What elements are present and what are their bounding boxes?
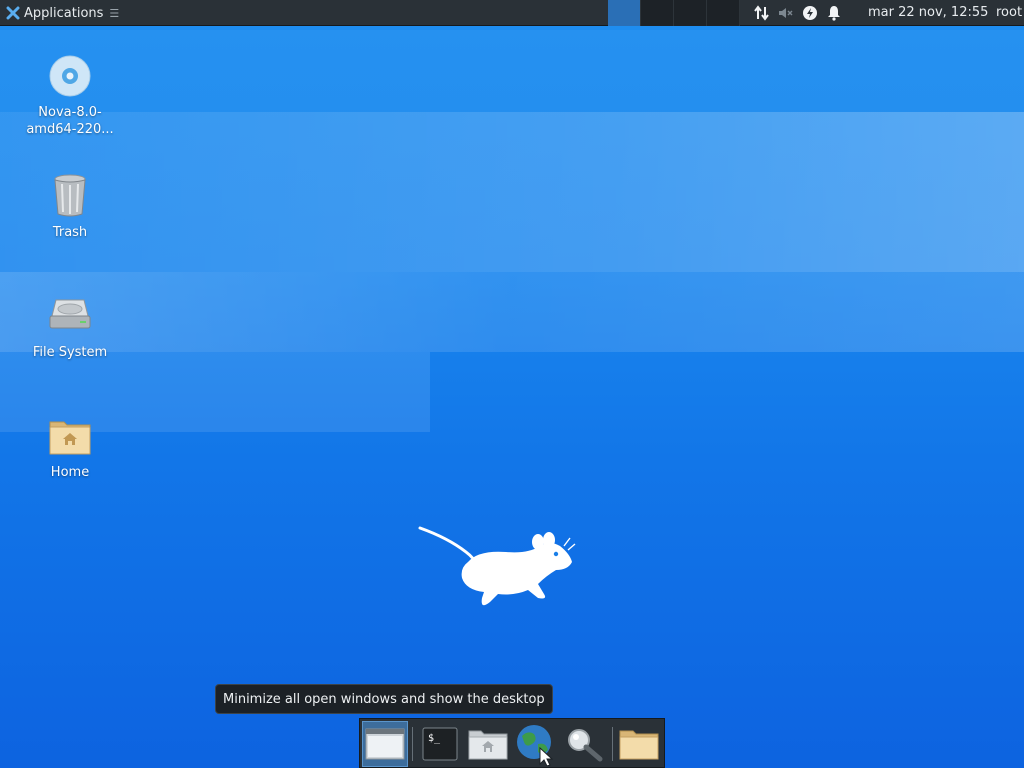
xfce-mouse-logo: [418, 526, 576, 606]
show-desktop-icon: [365, 728, 405, 760]
show-desktop-button[interactable]: [362, 721, 408, 767]
desktop-icon-label: Nova-8.0-amd64-220...: [26, 105, 114, 137]
desktop-icon-filesystem[interactable]: File System: [20, 292, 120, 361]
desktop-icon-label: File System: [32, 345, 108, 360]
audio-muted-icon[interactable]: [774, 0, 798, 26]
menu-indicator-icon: ☰: [109, 6, 120, 20]
bottom-dock: $_: [359, 718, 665, 768]
desktop-icon-home[interactable]: Home: [20, 412, 120, 481]
folder-icon: [619, 730, 659, 760]
applications-menu-button[interactable]: Applications ☰: [2, 0, 123, 26]
user-menu[interactable]: root: [996, 0, 1022, 26]
terminal-icon: $_: [422, 727, 458, 761]
dock-separator: [412, 727, 413, 761]
workspace-switcher: [608, 0, 740, 26]
filesystem-icon: [49, 299, 91, 329]
desktop-icon-label: Home: [50, 465, 90, 480]
svg-text:$_: $_: [428, 733, 441, 744]
system-tray: [750, 0, 846, 26]
web-browser-icon: [517, 725, 554, 766]
wallpaper-band: [0, 30, 1024, 112]
trash-icon: [54, 174, 86, 217]
xfce-logo-icon: [6, 6, 20, 20]
wallpaper-band: [0, 272, 1024, 352]
notification-bell-icon[interactable]: [822, 0, 846, 26]
terminal-button[interactable]: $_: [417, 721, 463, 767]
wallpaper-band: [0, 112, 1024, 272]
top-panel: Applications ☰ mar 22 nov, 12:55 root: [0, 0, 1024, 26]
file-manager-button[interactable]: [465, 721, 511, 767]
workspace-3[interactable]: [674, 0, 707, 26]
home-folder-icon: [49, 421, 91, 455]
app-finder-button[interactable]: [561, 721, 607, 767]
dock-separator: [612, 727, 613, 761]
file-manager-icon: [468, 730, 508, 760]
desktop-icon-label: Trash: [52, 225, 88, 240]
desktop-icon-trash[interactable]: Trash: [20, 172, 120, 241]
disc-icon: [49, 55, 91, 97]
applications-label: Applications: [24, 5, 104, 21]
workspace-1[interactable]: [608, 0, 641, 26]
desktop-icon-disc[interactable]: Nova-8.0-amd64-220...: [20, 52, 120, 138]
power-manager-icon[interactable]: [798, 0, 822, 26]
workspace-4[interactable]: [707, 0, 740, 26]
workspace-2[interactable]: [641, 0, 674, 26]
network-updown-icon[interactable]: [750, 0, 774, 26]
folder-button[interactable]: [616, 721, 662, 767]
app-finder-icon: [568, 729, 603, 762]
clock[interactable]: mar 22 nov, 12:55: [868, 0, 988, 26]
show-desktop-tooltip: Minimize all open windows and show the d…: [215, 684, 553, 714]
web-browser-button[interactable]: [513, 721, 559, 767]
